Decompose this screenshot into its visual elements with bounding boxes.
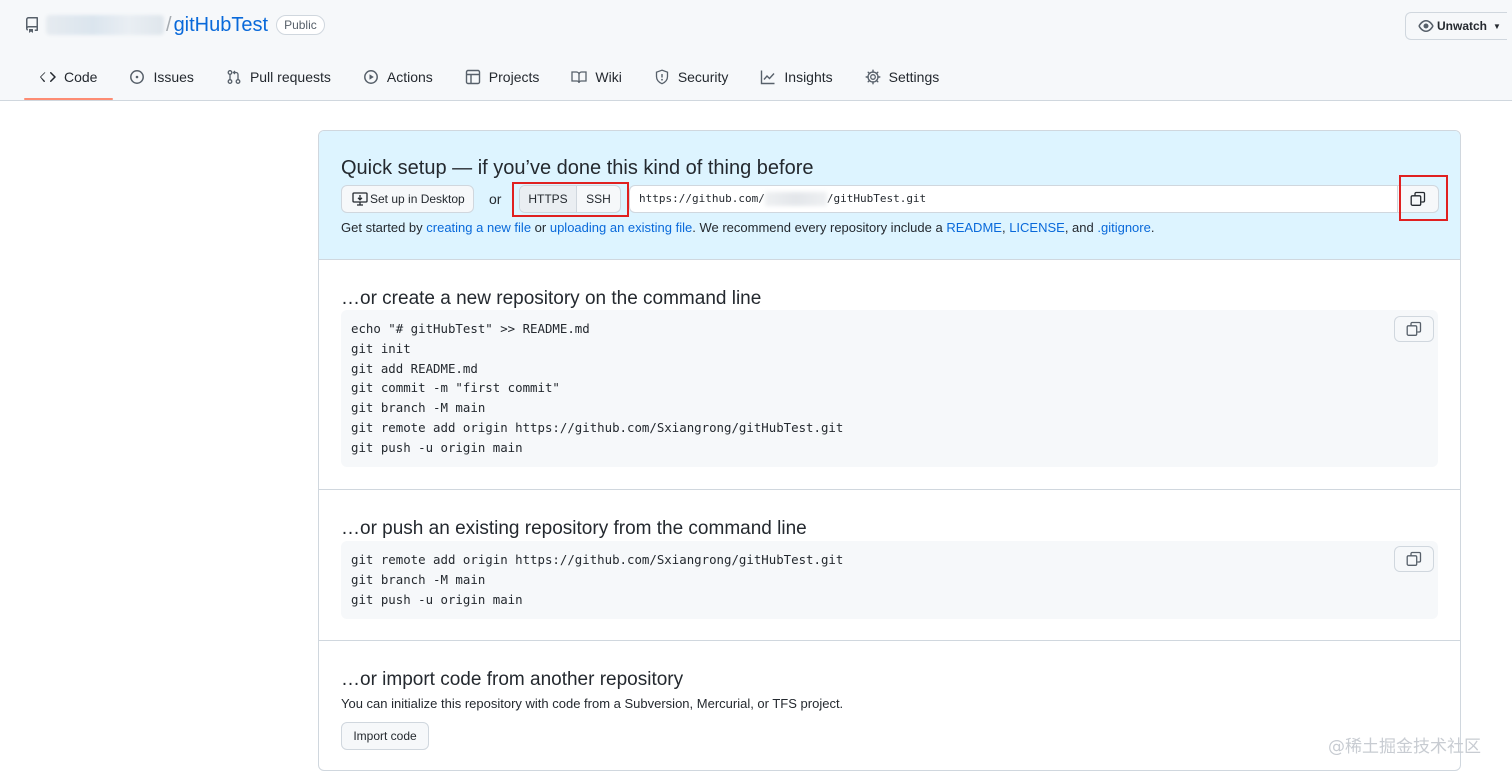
shield-icon — [655, 69, 668, 85]
tab-wiki[interactable]: Wiki — [555, 58, 637, 96]
help-text-6: . — [1150, 220, 1155, 235]
path-separator: / — [166, 13, 172, 36]
import-repo-help: You can initialize this repository with … — [341, 696, 844, 711]
tab-projects[interactable]: Projects — [449, 58, 556, 96]
code-line: git push -u origin main — [351, 439, 523, 455]
copy-icon — [1406, 551, 1422, 566]
graph-icon — [761, 70, 775, 85]
help-text-3: . We recommend every repository include … — [692, 220, 947, 235]
code-line: git push -u origin main — [351, 591, 523, 607]
push-repo-title: …or push an existing repository from the… — [341, 518, 807, 539]
repo-icon — [24, 17, 40, 33]
create-repo-code[interactable]: echo "# gitHubTest" >> README.md git init… — [341, 310, 1438, 467]
copy-create-commands-button[interactable] — [1394, 316, 1434, 342]
repo-nav: Code Issues Pull requests Actions Projec… — [24, 58, 955, 100]
tab-insights[interactable]: Insights — [744, 58, 848, 96]
code-line: git branch -M main — [351, 400, 486, 416]
code-line: git branch -M main — [351, 571, 486, 587]
push-repo-section: …or push an existing repository from the… — [319, 490, 1460, 641]
setup-in-desktop-button[interactable]: Set up in Desktop — [341, 185, 474, 213]
quick-setup-help: Get started by creating a new file or up… — [341, 220, 1154, 235]
code-line: echo "# gitHubTest" >> README.md — [351, 321, 590, 336]
help-text-2: or — [531, 220, 550, 235]
code-line: git add README.md — [351, 360, 478, 376]
create-repo-title: …or create a new repository on the comma… — [341, 288, 762, 309]
tab-settings-label: Settings — [888, 69, 940, 85]
push-repo-code[interactable]: git remote add origin https://github.com… — [341, 541, 1438, 619]
import-code-button[interactable]: Import code — [341, 722, 429, 750]
table-icon — [465, 69, 480, 85]
tab-code[interactable]: Code — [24, 58, 114, 100]
clone-url-prefix: https://github.com/ — [639, 192, 765, 205]
copy-icon — [1406, 321, 1422, 336]
tab-security-label: Security — [677, 69, 729, 85]
gitignore-link[interactable]: .gitignore — [1097, 220, 1150, 235]
unwatch-button[interactable]: Unwatch ▼ — [1405, 12, 1507, 40]
tab-pull-requests-label: Pull requests — [249, 69, 331, 85]
or-text: or — [489, 191, 502, 207]
visibility-badge: Public — [276, 15, 325, 35]
highlight-copy-box — [1399, 175, 1448, 221]
pull-request-icon — [227, 70, 241, 84]
play-icon — [363, 70, 378, 84]
caret-down-icon: ▼ — [1493, 21, 1501, 31]
creating-new-file-link[interactable]: creating a new file — [426, 220, 531, 235]
tab-pull-requests[interactable]: Pull requests — [210, 58, 347, 96]
help-text-1: Get started by — [341, 220, 427, 235]
gear-icon — [865, 69, 881, 85]
clone-url-input[interactable]: https://github.com/ /gitHubTest.git — [629, 185, 1397, 213]
code-icon — [40, 72, 56, 82]
tab-settings[interactable]: Settings — [849, 58, 956, 96]
tab-insights-label: Insights — [784, 69, 833, 85]
code-line: git commit -m "first commit" — [351, 380, 560, 396]
create-repo-section: …or create a new repository on the comma… — [319, 260, 1460, 490]
readme-link[interactable]: README — [946, 220, 1002, 235]
code-line: git init — [351, 340, 411, 356]
tab-issues-label: Issues — [153, 69, 194, 85]
tab-projects-label: Projects — [488, 69, 540, 85]
repo-header: / gitHubTest Public Unwatch ▼ Code Issue… — [0, 0, 1512, 101]
quick-setup-title: Quick setup — if you’ve done this kind o… — [341, 157, 814, 179]
uploading-file-link[interactable]: uploading an existing file — [550, 220, 692, 235]
unwatch-label: Unwatch — [1437, 19, 1488, 33]
watermark: @稀土掘金技术社区 — [1328, 737, 1481, 757]
copy-push-commands-button[interactable] — [1394, 546, 1434, 572]
quick-setup-panel: Quick setup — if you’ve done this kind o… — [319, 131, 1460, 260]
code-line: git remote add origin https://github.com… — [351, 419, 844, 435]
repo-name-link[interactable]: gitHubTest — [174, 14, 269, 37]
tab-issues[interactable]: Issues — [113, 58, 209, 96]
issue-icon — [130, 70, 145, 84]
tab-security[interactable]: Security — [638, 58, 745, 96]
empty-repo-setup-box: Quick setup — if you’ve done this kind o… — [318, 130, 1461, 771]
tab-actions-label: Actions — [386, 69, 433, 85]
help-text-5: , and — [1064, 220, 1098, 235]
tab-actions[interactable]: Actions — [347, 58, 449, 96]
book-icon — [571, 71, 588, 84]
clone-url-suffix: /gitHubTest.git — [826, 192, 927, 205]
tab-wiki-label: Wiki — [595, 69, 622, 85]
eye-icon — [1418, 18, 1434, 34]
highlight-protocol-box — [512, 182, 629, 217]
desktop-download-icon — [352, 192, 368, 206]
owner-name-redacted[interactable] — [46, 15, 164, 35]
import-repo-title: …or import code from another repository — [341, 669, 684, 690]
license-link[interactable]: LICENSE — [1009, 220, 1065, 235]
tab-code-label: Code — [64, 69, 98, 85]
clone-url-redacted — [764, 192, 827, 206]
repo-title: / gitHubTest Public — [24, 12, 325, 38]
setup-in-desktop-label: Set up in Desktop — [370, 192, 465, 206]
code-line: git remote add origin https://github.com… — [351, 552, 844, 567]
